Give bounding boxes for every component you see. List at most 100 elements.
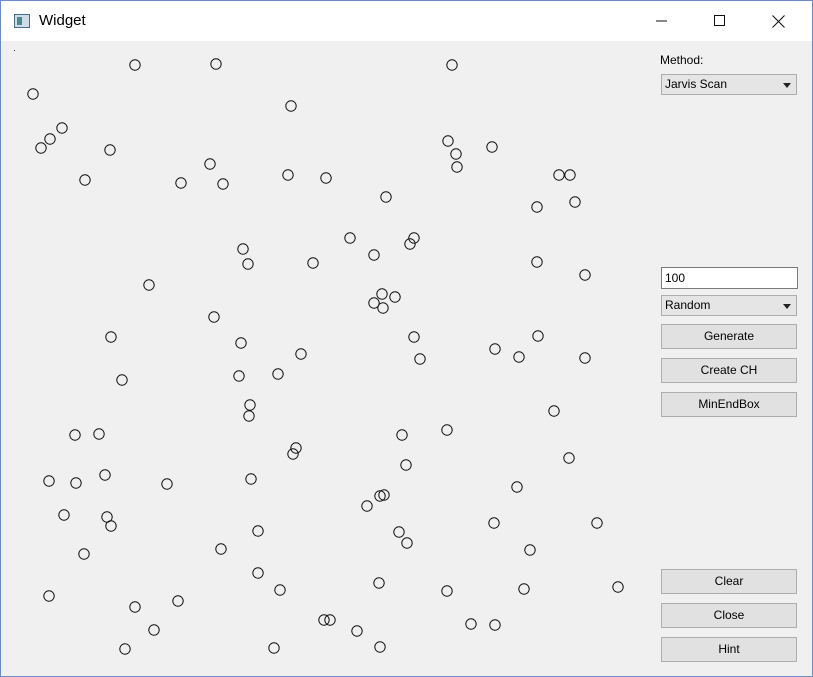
point-marker [44, 133, 56, 145]
point-marker [393, 526, 405, 538]
point-marker [373, 577, 385, 589]
point-marker [389, 291, 401, 303]
point-marker [285, 100, 297, 112]
close-window-button[interactable] [749, 1, 807, 41]
point-marker [116, 374, 128, 386]
point-marker [104, 144, 116, 156]
point-marker [351, 625, 363, 637]
point-marker [401, 537, 413, 549]
point-marker [579, 269, 591, 281]
point-marker [376, 288, 388, 300]
point-marker [400, 459, 412, 471]
minimize-icon [656, 20, 667, 22]
generate-button[interactable]: Generate [661, 324, 797, 349]
point-marker [446, 59, 458, 71]
point-marker [569, 196, 581, 208]
close-button[interactable]: Close [661, 603, 797, 628]
point-marker [274, 584, 286, 596]
point-marker [56, 122, 68, 134]
point-marker [318, 614, 330, 626]
point-marker [43, 590, 55, 602]
point-marker [295, 348, 307, 360]
point-marker [408, 331, 420, 343]
point-marker [451, 161, 463, 173]
point-marker [161, 478, 173, 490]
point-marker [513, 351, 525, 363]
point-marker [290, 442, 302, 454]
point-marker [591, 517, 603, 529]
point-marker [27, 88, 39, 100]
point-marker [287, 448, 299, 460]
point-marker [245, 473, 257, 485]
hint-button[interactable]: Hint [661, 637, 797, 662]
point-marker [243, 410, 255, 422]
app-icon [14, 14, 30, 28]
point-marker [518, 583, 530, 595]
point-marker [235, 337, 247, 349]
method-select[interactable]: Jarvis Scan [661, 74, 797, 95]
point-marker [172, 595, 184, 607]
clear-button[interactable]: Clear [661, 569, 797, 594]
close-icon [771, 14, 785, 28]
point-marker [99, 469, 111, 481]
point-marker [93, 428, 105, 440]
point-marker [442, 135, 454, 147]
distribution-select[interactable]: Random [661, 295, 797, 316]
point-marker [233, 370, 245, 382]
point-marker [532, 330, 544, 342]
point-marker [129, 601, 141, 613]
app-window: Widget Method: Jarvis Scan 100 Random Ge… [0, 0, 813, 677]
point-marker [210, 58, 222, 70]
minendbox-button[interactable]: MinEndBox [661, 392, 797, 417]
title-bar: Widget [1, 1, 812, 41]
point-marker [70, 477, 82, 489]
point-marker [404, 238, 416, 250]
point-marker [563, 452, 575, 464]
point-marker [380, 191, 392, 203]
minimize-button[interactable] [633, 1, 691, 41]
origin-dot [14, 50, 15, 51]
point-marker [531, 256, 543, 268]
point-marker [450, 148, 462, 160]
maximize-icon [714, 15, 725, 26]
point-marker [511, 481, 523, 493]
point-marker [548, 405, 560, 417]
point-marker [252, 567, 264, 579]
point-marker [324, 614, 336, 626]
point-marker [361, 500, 373, 512]
point-marker [43, 475, 55, 487]
maximize-button[interactable] [691, 1, 749, 41]
point-marker [488, 517, 500, 529]
point-marker [531, 201, 543, 213]
point-marker [486, 141, 498, 153]
point-marker [237, 243, 249, 255]
point-marker [105, 520, 117, 532]
point-marker [217, 178, 229, 190]
point-marker [441, 585, 453, 597]
point-marker [368, 249, 380, 261]
point-marker [105, 331, 117, 343]
point-marker [58, 509, 70, 521]
create-ch-button[interactable]: Create CH [661, 358, 797, 383]
point-marker [79, 174, 91, 186]
chevron-down-icon [783, 83, 791, 88]
point-marker [252, 525, 264, 537]
point-marker [307, 257, 319, 269]
point-marker [143, 279, 155, 291]
point-marker [414, 353, 426, 365]
point-marker [69, 429, 81, 441]
point-marker [441, 424, 453, 436]
point-marker [242, 258, 254, 270]
point-marker [396, 429, 408, 441]
point-marker [524, 544, 536, 556]
point-marker [553, 169, 565, 181]
chevron-down-icon [783, 304, 791, 309]
point-marker [489, 619, 501, 631]
point-marker [204, 158, 216, 170]
method-label: Method: [660, 53, 704, 67]
points-canvas[interactable] [1, 41, 646, 676]
point-marker [408, 232, 420, 244]
point-marker [148, 624, 160, 636]
point-count-input[interactable]: 100 [661, 267, 798, 289]
point-marker [377, 302, 389, 314]
